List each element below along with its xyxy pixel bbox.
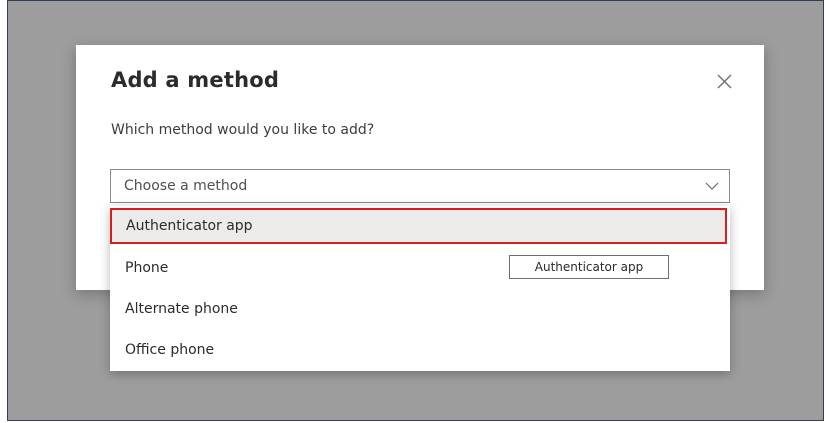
- close-button[interactable]: [712, 69, 736, 93]
- dialog-subtitle: Which method would you like to add?: [111, 122, 375, 138]
- method-options-list: Authenticator app Phone Alternate phone …: [110, 206, 730, 371]
- method-select-placeholder: Choose a method: [124, 178, 248, 194]
- dialog-title: Add a method: [111, 68, 280, 92]
- tooltip: Authenticator app: [509, 255, 669, 279]
- option-office-phone[interactable]: Office phone: [110, 329, 730, 370]
- option-alternate-phone[interactable]: Alternate phone: [110, 288, 730, 329]
- method-select[interactable]: Choose a method: [110, 169, 730, 203]
- option-authenticator-app[interactable]: Authenticator app: [110, 208, 727, 244]
- close-icon: [717, 74, 731, 88]
- chevron-down-icon: [705, 182, 719, 190]
